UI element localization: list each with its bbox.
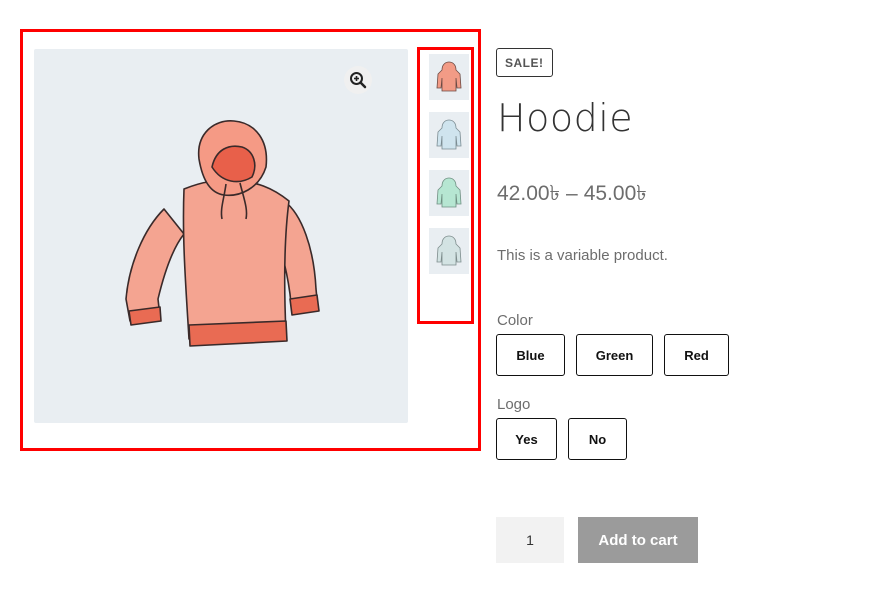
thumbnail-hoodie-blue[interactable] bbox=[429, 112, 469, 158]
price-min: 42.00৳ bbox=[497, 182, 561, 205]
price-range: 42.00৳ –45.00৳ bbox=[497, 180, 647, 208]
main-product-image[interactable] bbox=[34, 49, 408, 423]
price-separator: – bbox=[566, 182, 578, 205]
product-title: Hoodie bbox=[497, 96, 634, 140]
logo-option-yes[interactable]: Yes bbox=[496, 418, 557, 460]
hoodie-thumbnail-icon bbox=[436, 119, 462, 150]
color-option-blue[interactable]: Blue bbox=[496, 334, 565, 376]
color-swatches: Blue Green Red bbox=[496, 334, 729, 376]
hoodie-thumbnail-icon bbox=[436, 61, 462, 92]
zoom-in-icon bbox=[350, 72, 367, 89]
thumbnail-hoodie-green[interactable] bbox=[429, 170, 469, 216]
price-max: 45.00৳ bbox=[583, 182, 647, 205]
thumbnail-hoodie-gray[interactable] bbox=[429, 228, 469, 274]
logo-swatches: Yes No bbox=[496, 418, 627, 460]
hoodie-thumbnail-icon bbox=[436, 235, 462, 266]
add-to-cart-button[interactable]: Add to cart bbox=[578, 517, 698, 563]
logo-attribute-label: Logo bbox=[497, 396, 531, 413]
hoodie-image bbox=[125, 120, 320, 347]
zoom-button[interactable] bbox=[344, 66, 372, 94]
product-description: This is a variable product. bbox=[497, 247, 668, 264]
sale-badge: SALE! bbox=[496, 48, 553, 77]
thumbnail-list bbox=[429, 54, 469, 286]
color-attribute-label: Color bbox=[497, 312, 533, 329]
quantity-input[interactable] bbox=[496, 517, 564, 563]
thumbnail-hoodie-red[interactable] bbox=[429, 54, 469, 100]
logo-option-no[interactable]: No bbox=[568, 418, 627, 460]
color-option-red[interactable]: Red bbox=[664, 334, 729, 376]
hoodie-thumbnail-icon bbox=[436, 177, 462, 208]
color-option-green[interactable]: Green bbox=[576, 334, 653, 376]
